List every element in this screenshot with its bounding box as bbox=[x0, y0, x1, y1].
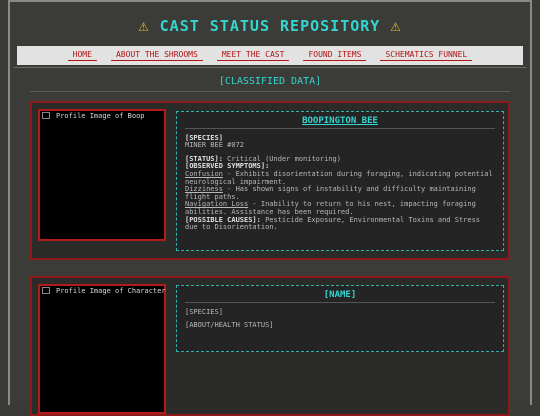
profile-info-panel: [NAME] [SPECIES] [ABOUT/HEALTH STATUS] bbox=[176, 285, 504, 352]
symptom-item: Dizziness - Has shown signs of instabili… bbox=[185, 185, 476, 201]
nav-link-home[interactable]: HOME bbox=[67, 50, 97, 61]
profile-name: [NAME] bbox=[185, 291, 495, 303]
nav-link-found-items[interactable]: FOUND ITEMS bbox=[303, 50, 367, 61]
nav-link-about-shrooms[interactable]: ABOUT THE SHROOMS bbox=[110, 50, 203, 61]
species-value: MINER BEE #072 bbox=[185, 141, 245, 150]
profile-name[interactable]: BOOPINGTON BEE bbox=[185, 117, 495, 129]
broken-image-icon bbox=[42, 112, 50, 119]
profile-image-alt: Profile Image of Character bbox=[42, 287, 166, 295]
broken-image-icon bbox=[42, 287, 50, 294]
warning-icon: ⚠ bbox=[390, 16, 402, 36]
profile-card: Profile Image of Boop BOOPINGTON BEE [SP… bbox=[30, 101, 510, 260]
main-nav: HOME ABOUT THE SHROOMS MEET THE CAST FOU… bbox=[17, 46, 523, 65]
symptom-item: Navigation Loss - Inability to return to… bbox=[185, 200, 476, 216]
nav-link-meet-cast[interactable]: MEET THE CAST bbox=[216, 50, 290, 61]
site-title: ⚠ CAST STATUS REPOSITORY ⚠ bbox=[0, 16, 540, 36]
about-value: [ABOUT/HEALTH STATUS] bbox=[185, 321, 274, 330]
species-value: [SPECIES] bbox=[185, 307, 223, 316]
profile-image: Profile Image of Character bbox=[38, 284, 166, 414]
section-heading: [CLASSIFIED DATA] bbox=[218, 76, 322, 87]
warning-icon: ⚠ bbox=[138, 16, 150, 36]
divider bbox=[30, 91, 510, 92]
profile-image-alt: Profile Image of Boop bbox=[42, 112, 145, 120]
site-title-text: CAST STATUS REPOSITORY bbox=[159, 17, 381, 35]
divider bbox=[14, 67, 526, 68]
nav-link-schematics-funnel[interactable]: SCHEMATICS FUNNEL bbox=[380, 50, 473, 61]
symptom-item: Confusion - Exhibits disorientation duri… bbox=[185, 169, 493, 186]
profile-card: Profile Image of Character [NAME] [SPECI… bbox=[30, 276, 510, 416]
profile-info-panel: BOOPINGTON BEE [SPECIES] MINER BEE #072 … bbox=[176, 111, 504, 251]
profile-image: Profile Image of Boop bbox=[38, 109, 166, 241]
